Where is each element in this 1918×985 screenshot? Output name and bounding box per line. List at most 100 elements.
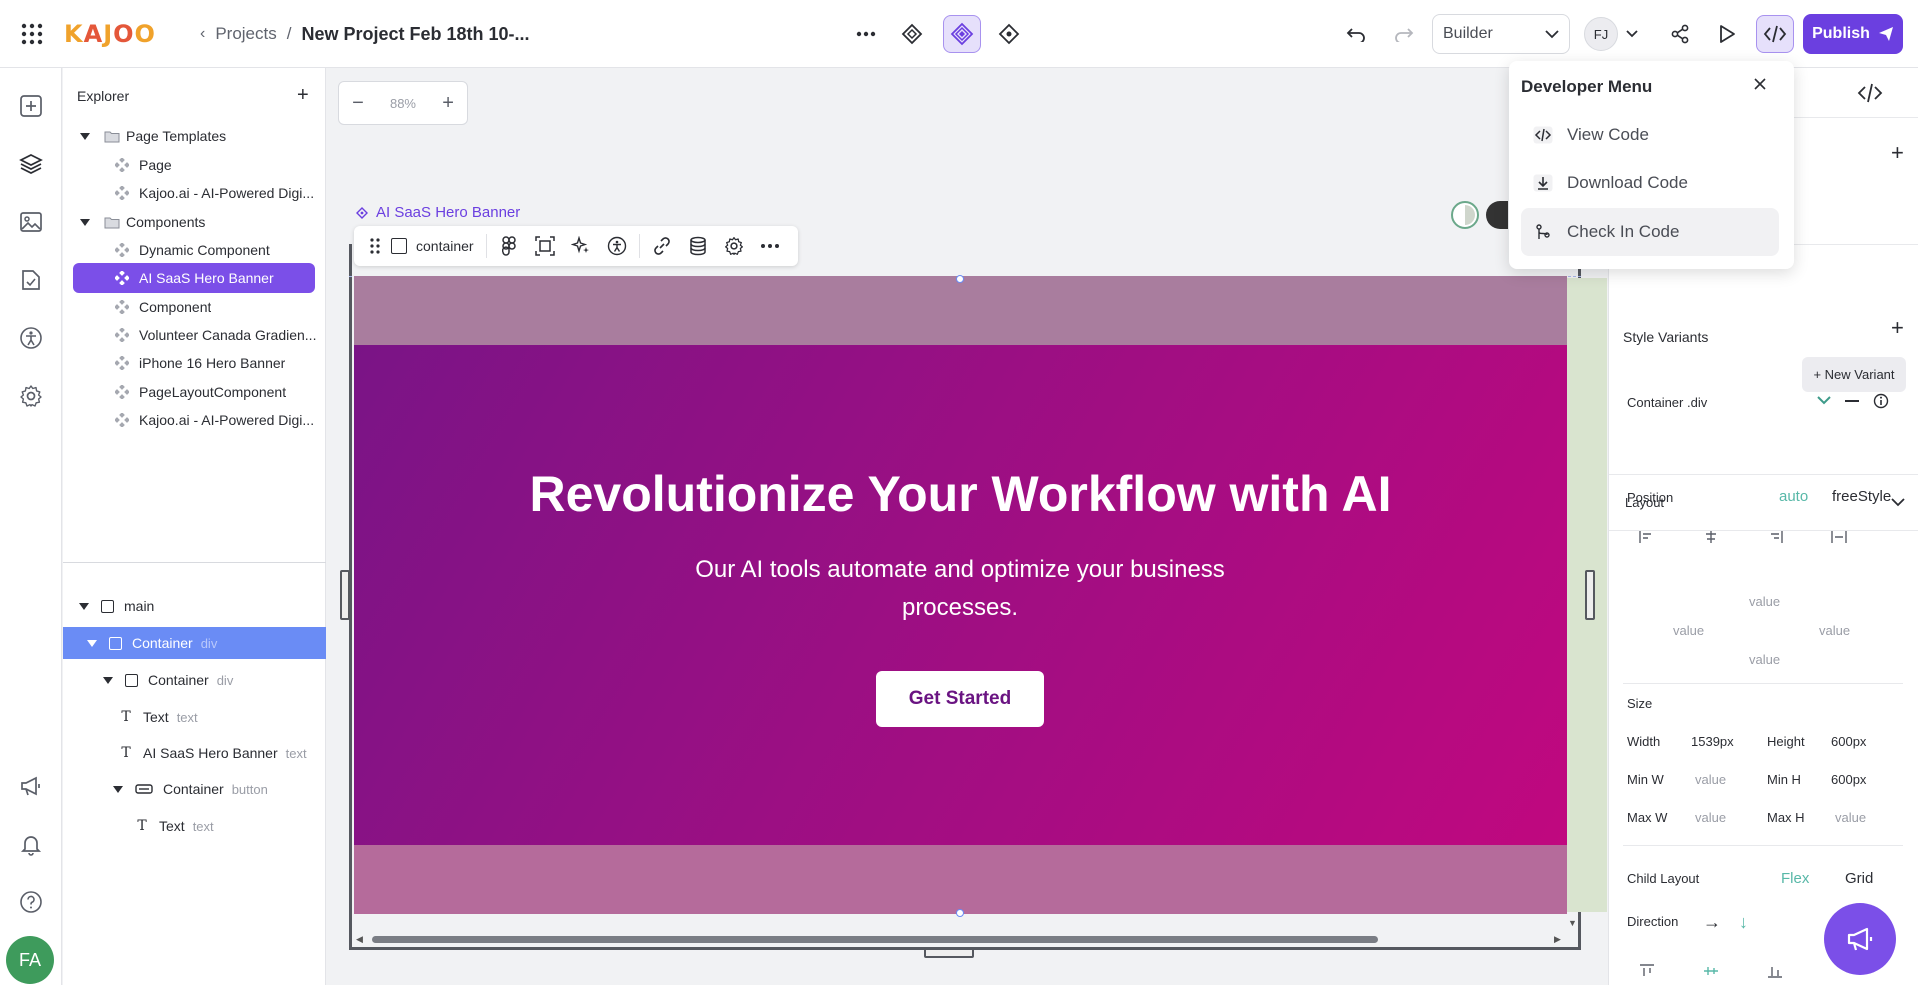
justify-start-icon[interactable] [1639, 964, 1655, 978]
account-avatar[interactable]: FA [6, 936, 54, 984]
download-code-item[interactable]: Download Code [1521, 159, 1779, 207]
max-height-input[interactable]: value [1835, 810, 1866, 825]
zoom-out-icon[interactable]: − [352, 92, 364, 115]
hero-subtitle[interactable]: Our AI tools automate and optimize your … [660, 551, 1260, 627]
frame-select-icon[interactable] [527, 228, 563, 264]
align-center-icon[interactable] [1703, 530, 1719, 544]
caret-down-icon[interactable] [87, 639, 97, 647]
max-width-input[interactable]: value [1695, 810, 1726, 825]
caret-down-icon[interactable] [79, 602, 89, 610]
component-active-icon[interactable] [943, 15, 981, 53]
arrow-right-icon[interactable]: → [1703, 912, 1721, 933]
scroll-down-icon[interactable]: ▼ [1568, 918, 1577, 928]
position-bottom-input[interactable]: value [1749, 652, 1780, 667]
publish-button[interactable]: Publish [1803, 14, 1903, 54]
image-icon[interactable] [17, 208, 45, 236]
align-left-icon[interactable] [1639, 530, 1655, 544]
frame-resize-right[interactable] [1585, 570, 1595, 620]
caret-down-icon[interactable] [80, 218, 90, 226]
share-icon[interactable] [1664, 18, 1696, 50]
align-stretch-icon[interactable] [1831, 530, 1847, 544]
minus-icon[interactable] [1845, 400, 1859, 402]
position-freestyle-option[interactable]: freeStyle [1832, 488, 1891, 505]
position-left-input[interactable]: value [1673, 623, 1704, 638]
layer-row[interactable]: T AI SaaS Hero Banner text [63, 737, 326, 769]
tree-item[interactable]: Kajoo.ai - AI-Powered Digi... [63, 178, 325, 208]
justify-end-icon[interactable] [1767, 964, 1783, 978]
component-label[interactable]: AI SaaS Hero Banner [356, 204, 520, 221]
tree-item[interactable]: iPhone 16 Hero Banner [63, 348, 325, 378]
new-variant-button[interactable]: + New Variant [1802, 357, 1906, 392]
layer-row[interactable]: Container button [63, 773, 326, 805]
announcement-icon[interactable] [17, 772, 45, 800]
justify-center-icon[interactable] [1703, 964, 1719, 978]
add-icon[interactable]: + [297, 85, 309, 105]
tree-item[interactable]: PageLayoutComponent [63, 377, 325, 407]
dark-mode-toggle-icon[interactable] [1486, 201, 1508, 229]
view-code-item[interactable]: View Code [1521, 111, 1779, 159]
kajoo-logo[interactable]: KAJOO [64, 20, 155, 48]
contrast-toggle-icon[interactable] [1451, 201, 1479, 229]
arrow-down-icon[interactable]: ↓ [1739, 912, 1748, 933]
scroll-left-icon[interactable]: ◀ [356, 934, 363, 945]
flex-option[interactable]: Flex [1781, 870, 1809, 887]
play-preview-icon[interactable] [1711, 18, 1743, 50]
more-options-icon[interactable] [752, 228, 788, 264]
caret-down-icon[interactable] [103, 676, 113, 684]
width-input[interactable]: 1539px [1691, 734, 1734, 749]
help-icon[interactable] [17, 888, 45, 916]
accessibility-icon[interactable] [599, 228, 635, 264]
pages-icon[interactable] [17, 266, 45, 294]
component-outline-icon[interactable] [896, 18, 928, 50]
add-icon[interactable]: + [1891, 140, 1904, 166]
frame-resize-bottom[interactable] [924, 948, 974, 958]
developer-code-icon[interactable] [1756, 15, 1794, 53]
figma-icon[interactable] [491, 228, 527, 264]
min-width-input[interactable]: value [1695, 772, 1726, 787]
check-in-code-item[interactable]: Check In Code [1521, 208, 1779, 256]
code-tab-icon[interactable] [1857, 82, 1883, 104]
position-right-input[interactable]: value [1819, 623, 1850, 638]
more-options-icon[interactable] [850, 18, 882, 50]
variant-name[interactable]: Container .div [1627, 395, 1707, 410]
project-name[interactable]: New Project Feb 18th 10-... [301, 24, 529, 45]
caret-down-icon[interactable] [113, 785, 123, 793]
scrollbar-thumb[interactable] [372, 936, 1378, 943]
close-icon[interactable] [1753, 77, 1767, 91]
tree-item[interactable]: AI SaaS Hero Banner [73, 263, 315, 293]
chevron-down-icon[interactable] [1620, 22, 1644, 46]
settings-gear-icon[interactable] [17, 382, 45, 410]
chevron-down-icon[interactable] [1817, 395, 1831, 405]
link-icon[interactable] [644, 228, 680, 264]
min-height-input[interactable]: 600px [1831, 772, 1866, 787]
tree-item[interactable]: Volunteer Canada Gradien... [63, 320, 325, 350]
tree-item[interactable]: Dynamic Component [63, 235, 325, 265]
crumb-projects-link[interactable]: Projects [215, 24, 276, 44]
add-variant-icon[interactable]: + [1891, 315, 1904, 341]
apps-grid-icon[interactable] [18, 20, 46, 48]
tree-item[interactable]: Page [63, 150, 325, 180]
notifications-bell-icon[interactable] [17, 830, 45, 858]
chevron-left-icon[interactable]: ‹ [200, 25, 205, 43]
layer-row[interactable]: T Text text [63, 810, 326, 842]
hero-banner[interactable]: Revolutionize Your Workflow with AI Our … [354, 345, 1567, 845]
ai-sparkle-icon[interactable] [563, 228, 599, 264]
height-input[interactable]: 600px [1831, 734, 1866, 749]
align-right-icon[interactable] [1767, 530, 1783, 544]
layer-row[interactable]: main [63, 590, 326, 622]
chevron-down-icon[interactable] [1891, 498, 1905, 507]
zoom-level[interactable]: 88% [390, 96, 416, 111]
announcements-fab[interactable] [1824, 903, 1896, 975]
database-icon[interactable] [680, 228, 716, 264]
add-icon[interactable] [17, 92, 45, 120]
mode-select[interactable]: Builder [1432, 14, 1570, 54]
frame-resize-left[interactable] [340, 570, 350, 620]
tree-item[interactable]: Component [63, 292, 325, 322]
position-top-input[interactable]: value [1749, 594, 1780, 609]
layer-row[interactable]: Container div [63, 664, 326, 696]
tree-folder[interactable]: Page Templates [63, 121, 325, 151]
layer-row[interactable]: T Text text [63, 701, 326, 733]
undo-icon[interactable] [1340, 18, 1372, 50]
resize-handle-top[interactable] [956, 275, 964, 283]
instance-icon[interactable] [993, 18, 1025, 50]
